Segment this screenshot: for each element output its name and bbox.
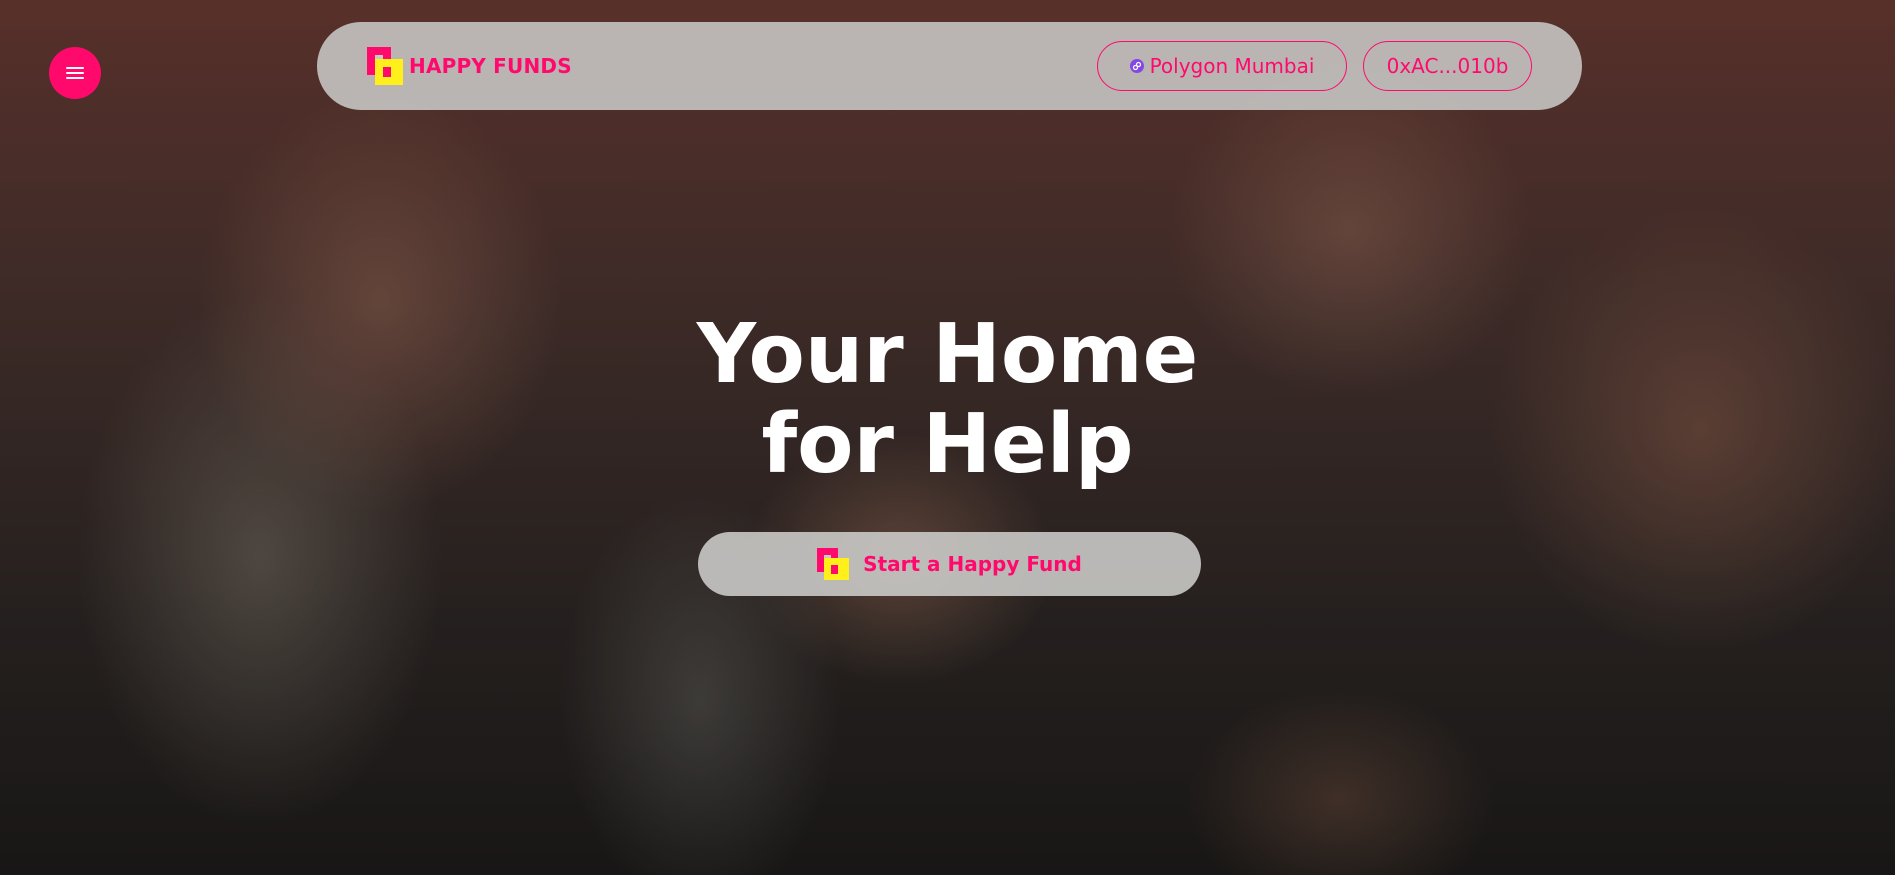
cta-label: Start a Happy Fund bbox=[863, 552, 1082, 576]
happy-funds-logo-icon bbox=[817, 548, 850, 580]
hero-title: Your Home for Help bbox=[0, 310, 1895, 490]
start-happy-fund-button[interactable]: Start a Happy Fund bbox=[698, 532, 1201, 596]
happy-funds-logo-icon bbox=[367, 47, 403, 85]
nav-actions: Polygon Mumbai 0xAC...010b bbox=[1097, 41, 1532, 91]
hero-title-line-2: for Help bbox=[761, 397, 1134, 492]
hamburger-menu-icon bbox=[66, 67, 84, 79]
menu-button[interactable] bbox=[49, 47, 101, 99]
wallet-address-label: 0xAC...010b bbox=[1386, 54, 1509, 78]
polygon-chain-icon bbox=[1129, 59, 1144, 73]
wallet-address-button[interactable]: 0xAC...010b bbox=[1363, 41, 1532, 91]
top-navbar: HAPPY FUNDS Polygon Mumbai 0xAC...010b bbox=[317, 22, 1582, 110]
brand-link[interactable]: HAPPY FUNDS bbox=[367, 47, 572, 85]
network-label: Polygon Mumbai bbox=[1149, 54, 1315, 78]
hero-title-line-1: Your Home bbox=[696, 307, 1199, 402]
hero-background: HAPPY FUNDS Polygon Mumbai 0xAC...010b Y… bbox=[0, 0, 1895, 875]
network-selector-button[interactable]: Polygon Mumbai bbox=[1097, 41, 1347, 91]
brand-name: HAPPY FUNDS bbox=[409, 54, 572, 78]
